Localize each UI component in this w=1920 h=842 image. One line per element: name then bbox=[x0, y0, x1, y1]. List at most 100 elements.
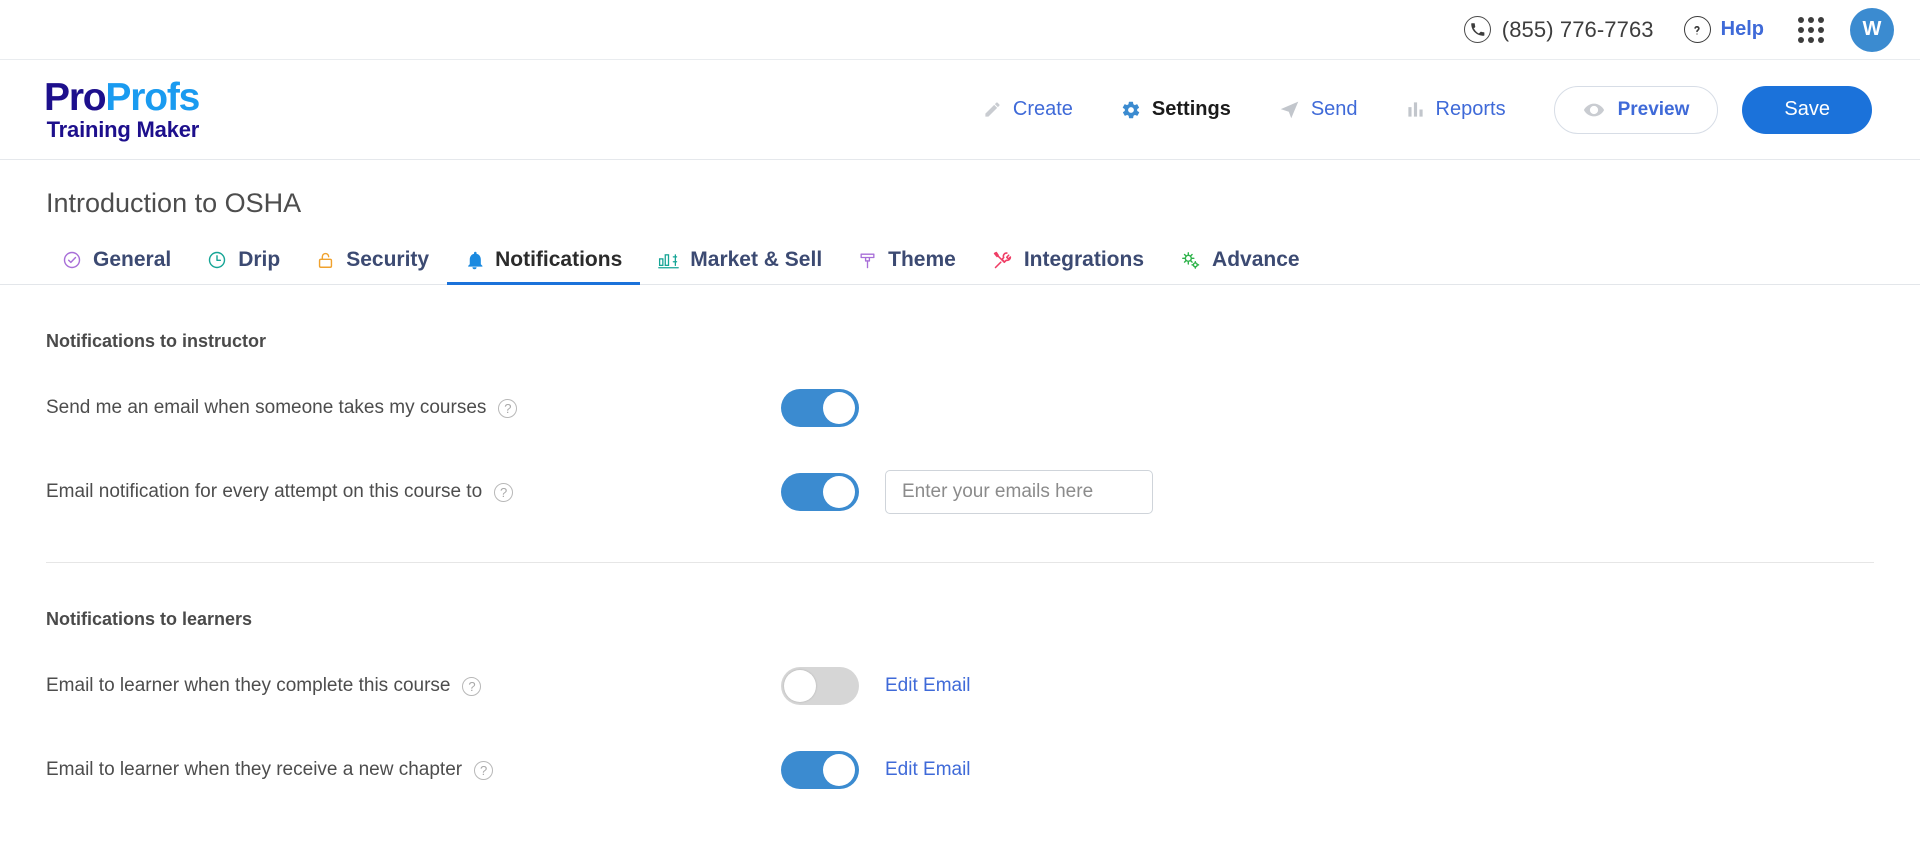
tab-label-general: General bbox=[93, 248, 172, 271]
tab-integrations[interactable]: Integrations bbox=[974, 248, 1162, 284]
main-navigation: Create Settings Send Reports Preview Sav… bbox=[959, 85, 1872, 134]
proprofs-logo[interactable]: ProProfs Training Maker bbox=[44, 76, 200, 142]
grid-dot bbox=[1808, 36, 1814, 43]
tab-security[interactable]: Security bbox=[298, 248, 447, 284]
top-utility-bar: (855) 776-7763 Help W bbox=[0, 0, 1920, 60]
bar-chart-icon bbox=[1406, 100, 1425, 119]
help-button[interactable]: Help bbox=[1683, 16, 1764, 43]
section-title-learners: Notifications to learners bbox=[46, 609, 253, 629]
nav-item-send[interactable]: Send bbox=[1255, 98, 1382, 121]
logo-pro: Pro bbox=[44, 76, 107, 119]
nav-label-settings: Settings bbox=[1151, 98, 1231, 120]
edit-email-link-complete-course[interactable]: Edit Email bbox=[885, 675, 971, 697]
toggle-email-every-attempt[interactable] bbox=[781, 473, 859, 511]
help-icon[interactable]: ? bbox=[462, 676, 482, 696]
gears-icon bbox=[1180, 250, 1201, 271]
settings-tabs: General Drip Security Notifications Mark… bbox=[0, 237, 1920, 285]
tools-icon bbox=[992, 250, 1013, 271]
phone-circle-icon bbox=[1463, 16, 1491, 43]
tab-label-theme: Theme bbox=[888, 248, 956, 271]
page-title: Introduction to OSHA bbox=[46, 188, 302, 218]
eye-icon bbox=[1583, 99, 1605, 121]
grid-dot bbox=[1818, 36, 1824, 43]
avatar-initial: W bbox=[1862, 18, 1882, 40]
setting-label-complete-course: Email to learner when they complete this… bbox=[46, 675, 781, 697]
paper-plane-icon bbox=[1279, 99, 1300, 120]
gear-icon bbox=[1121, 100, 1141, 120]
setting-controls-email-every-attempt bbox=[781, 470, 1153, 514]
toggle-knob bbox=[823, 476, 855, 508]
avatar[interactable]: W bbox=[1850, 7, 1894, 52]
pencil-icon bbox=[983, 100, 1002, 119]
setting-row-email-every-attempt: Email notification for every attempt on … bbox=[46, 464, 1874, 520]
toggle-knob bbox=[823, 754, 855, 786]
tab-label-advance: Advance bbox=[1212, 248, 1300, 271]
toggle-email-on-take[interactable] bbox=[781, 389, 859, 427]
tab-label-market-and-sell: Market & Sell bbox=[690, 248, 823, 271]
setting-text-email-every-attempt: Email notification for every attempt on … bbox=[46, 481, 483, 502]
setting-row-email-on-take: Send me an email when someone takes my c… bbox=[46, 380, 1874, 436]
paint-brush-icon bbox=[858, 251, 877, 270]
setting-row-new-chapter: Email to learner when they receive a new… bbox=[46, 742, 1874, 798]
tab-notifications[interactable]: Notifications bbox=[447, 248, 641, 285]
tab-drip[interactable]: Drip bbox=[189, 248, 298, 284]
toggle-knob bbox=[823, 392, 855, 424]
grid-dot bbox=[1798, 36, 1804, 43]
phone-number-label: (855) 776-7763 bbox=[1501, 16, 1654, 42]
preview-button[interactable]: Preview bbox=[1553, 85, 1719, 134]
grid-dot bbox=[1818, 16, 1824, 23]
save-label: Save bbox=[1784, 98, 1830, 120]
setting-controls-new-chapter: Edit Email bbox=[781, 751, 971, 789]
app-header: ProProfs Training Maker Create Settings bbox=[0, 60, 1920, 160]
setting-label-new-chapter: Email to learner when they receive a new… bbox=[46, 759, 781, 781]
grid-dot bbox=[1798, 26, 1804, 33]
logo-tagline: Training Maker bbox=[46, 117, 200, 142]
bell-icon bbox=[465, 251, 484, 270]
chart-dollar-icon bbox=[658, 251, 680, 270]
phone-number[interactable]: (855) 776-7763 bbox=[1463, 16, 1654, 43]
setting-controls-email-on-take bbox=[781, 389, 859, 427]
edit-email-link-new-chapter[interactable]: Edit Email bbox=[885, 759, 971, 781]
nav-item-create[interactable]: Create bbox=[959, 98, 1097, 121]
grid-dot bbox=[1808, 26, 1814, 33]
lock-icon bbox=[316, 251, 335, 270]
setting-text-complete-course: Email to learner when they complete this… bbox=[46, 675, 451, 696]
question-circle-icon bbox=[1683, 16, 1711, 43]
emails-input[interactable] bbox=[885, 470, 1153, 514]
setting-text-email-on-take: Send me an email when someone takes my c… bbox=[46, 397, 487, 418]
setting-row-complete-course: Email to learner when they complete this… bbox=[46, 658, 1874, 714]
section-divider bbox=[46, 562, 1874, 563]
grid-dot bbox=[1818, 26, 1824, 33]
nav-label-send: Send bbox=[1310, 98, 1358, 120]
toggle-new-chapter[interactable] bbox=[781, 751, 859, 789]
tab-advance[interactable]: Advance bbox=[1162, 248, 1318, 284]
nav-item-reports[interactable]: Reports bbox=[1382, 98, 1530, 121]
tab-label-notifications: Notifications bbox=[495, 248, 623, 271]
tab-label-drip: Drip bbox=[238, 248, 281, 271]
nav-item-settings[interactable]: Settings bbox=[1097, 98, 1255, 121]
toggle-complete-course[interactable] bbox=[781, 667, 859, 705]
tab-label-integrations: Integrations bbox=[1023, 248, 1145, 271]
save-button[interactable]: Save bbox=[1742, 85, 1872, 134]
tab-theme[interactable]: Theme bbox=[840, 248, 974, 284]
grid-dot bbox=[1798, 16, 1804, 23]
check-circle-icon bbox=[62, 250, 82, 270]
notifications-panel: Notifications to instructor Send me an e… bbox=[0, 331, 1920, 798]
logo-wordmark: ProProfs bbox=[44, 76, 200, 119]
grid-apps-icon[interactable] bbox=[1798, 16, 1824, 43]
tab-label-security: Security bbox=[346, 248, 430, 271]
logo-profs: Profs bbox=[105, 76, 200, 119]
nav-label-reports: Reports bbox=[1435, 98, 1506, 120]
setting-label-email-on-take: Send me an email when someone takes my c… bbox=[46, 397, 781, 419]
help-icon[interactable]: ? bbox=[474, 760, 494, 780]
preview-label: Preview bbox=[1617, 98, 1690, 120]
help-icon[interactable]: ? bbox=[498, 398, 518, 418]
help-label: Help bbox=[1720, 18, 1764, 40]
clock-icon bbox=[207, 250, 227, 270]
tab-general[interactable]: General bbox=[44, 248, 189, 284]
help-icon[interactable]: ? bbox=[494, 482, 514, 502]
nav-label-create: Create bbox=[1012, 98, 1073, 120]
setting-text-new-chapter: Email to learner when they receive a new… bbox=[46, 759, 463, 780]
toggle-knob bbox=[784, 670, 816, 702]
tab-market-and-sell[interactable]: Market & Sell bbox=[640, 248, 840, 284]
